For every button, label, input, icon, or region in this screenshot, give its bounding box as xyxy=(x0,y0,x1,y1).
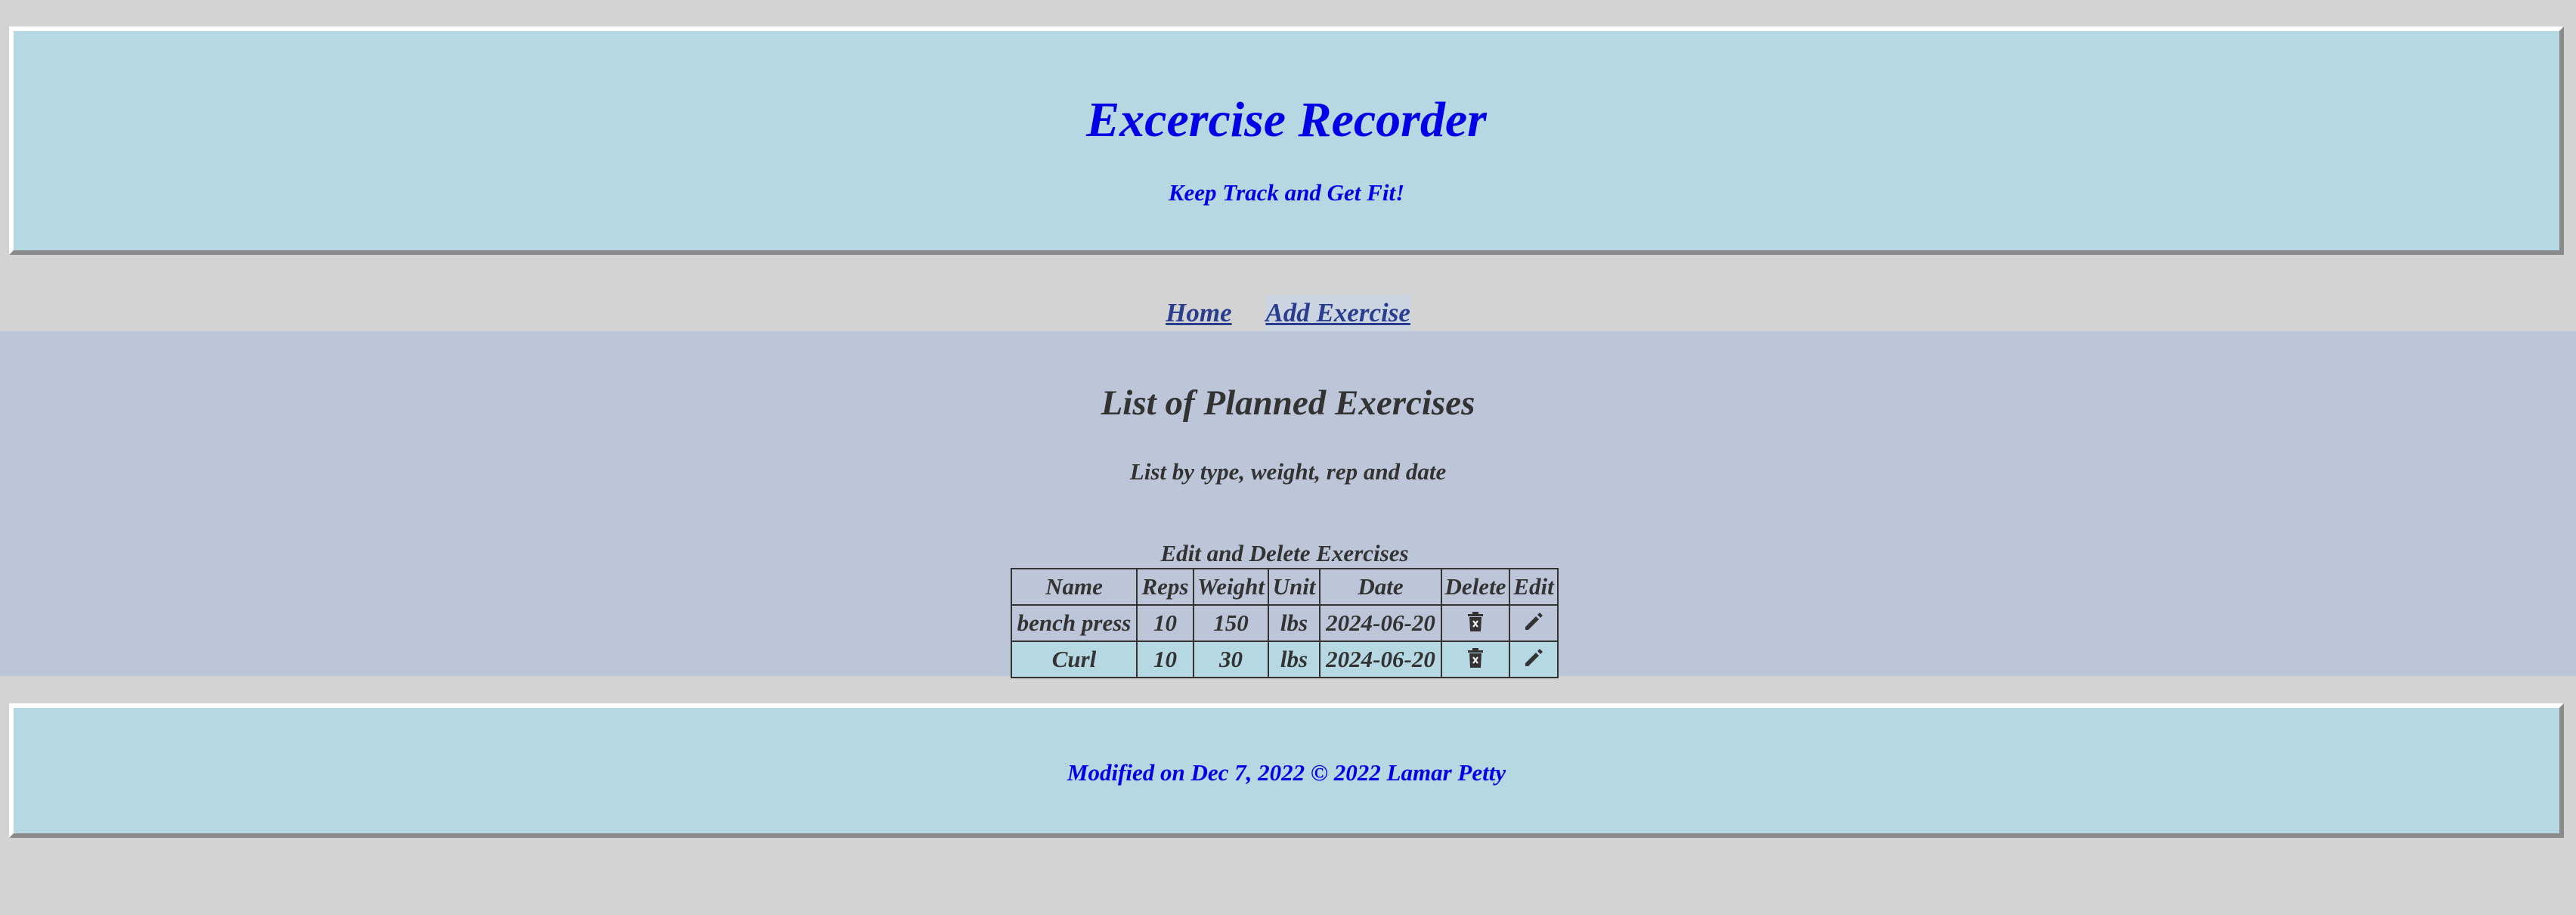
trash-icon[interactable] xyxy=(1467,610,1484,637)
column-header-reps: Reps xyxy=(1136,568,1194,606)
site-tagline: Keep Track and Get Fit! xyxy=(1168,179,1405,206)
cell-unit: lbs xyxy=(1268,640,1321,678)
trash-icon[interactable] xyxy=(1467,647,1484,674)
cell-date: 2024-06-20 xyxy=(1319,604,1442,642)
table-row: Curl 10 30 lbs 2024-06-20 xyxy=(1011,640,1559,678)
table-header-row: Name Reps Weight Unit Date Delete Edit xyxy=(1011,568,1559,606)
cell-delete xyxy=(1441,640,1510,678)
table-caption: Edit and Delete Exercises xyxy=(1160,540,1409,566)
column-header-edit: Edit xyxy=(1509,568,1559,606)
main-nav: Home Add Exercise xyxy=(0,295,2576,331)
footer-text: Modified on Dec 7, 2022 © 2022 Lamar Pet… xyxy=(1067,759,1506,786)
pencil-icon[interactable] xyxy=(1524,647,1543,674)
page-subtitle: List by type, weight, rep and date xyxy=(1129,458,1447,485)
cell-weight: 150 xyxy=(1193,604,1269,642)
site-footer: Modified on Dec 7, 2022 © 2022 Lamar Pet… xyxy=(9,703,2564,838)
cell-reps: 10 xyxy=(1136,604,1194,642)
cell-edit xyxy=(1509,604,1559,642)
cell-name: bench press xyxy=(1011,604,1138,642)
cell-edit xyxy=(1509,640,1559,678)
page-title: List of Planned Exercises xyxy=(1101,383,1475,423)
column-header-delete: Delete xyxy=(1441,568,1510,606)
cell-unit: lbs xyxy=(1268,604,1321,642)
cell-date: 2024-06-20 xyxy=(1319,640,1442,678)
nav-link-home[interactable]: Home xyxy=(1166,295,1231,331)
exercises-table: Edit and Delete Exercises Name Reps Weig… xyxy=(1011,539,1559,678)
column-header-weight: Weight xyxy=(1193,568,1269,606)
nav-link-add-exercise[interactable]: Add Exercise xyxy=(1265,295,1410,331)
pencil-icon[interactable] xyxy=(1524,610,1543,637)
column-header-unit: Unit xyxy=(1268,568,1321,606)
column-header-date: Date xyxy=(1319,568,1442,606)
main-content: List of Planned Exercises List by type, … xyxy=(0,331,2576,678)
cell-reps: 10 xyxy=(1136,640,1194,678)
site-title: Excercise Recorder xyxy=(1086,92,1487,147)
table-row: bench press 10 150 lbs 2024-06-20 xyxy=(1011,604,1559,642)
cell-weight: 30 xyxy=(1193,640,1269,678)
cell-delete xyxy=(1441,604,1510,642)
site-header: Excercise Recorder Keep Track and Get Fi… xyxy=(9,26,2564,255)
cell-name: Curl xyxy=(1011,640,1138,678)
column-header-name: Name xyxy=(1011,568,1138,606)
